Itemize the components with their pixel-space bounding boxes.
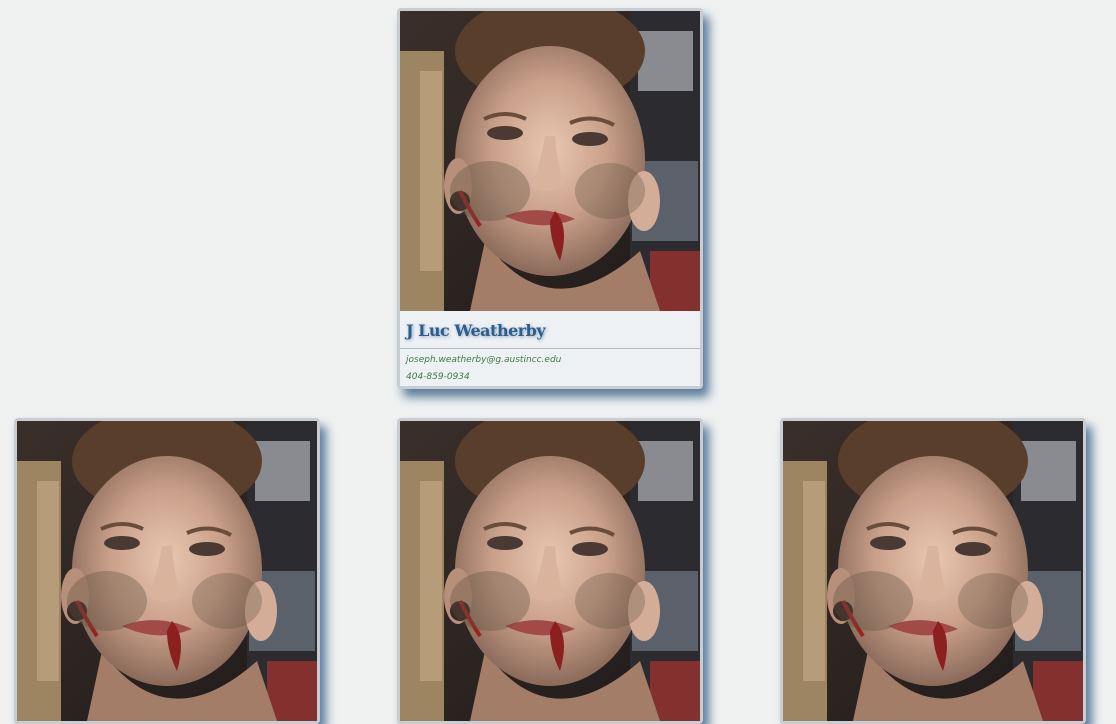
profile-card[interactable]: J Luc Weatherby joseph.weatherby@g.austi…: [397, 8, 703, 389]
profile-photo: [17, 421, 317, 721]
profile-photo: [783, 421, 1083, 721]
profile-card[interactable]: [14, 418, 320, 724]
profile-photo: [400, 421, 700, 721]
profile-phone[interactable]: 404-859-0934: [406, 366, 694, 383]
profile-card[interactable]: [397, 418, 703, 724]
profile-info: J Luc Weatherby joseph.weatherby@g.austi…: [400, 311, 700, 386]
profile-email[interactable]: joseph.weatherby@g.austincc.edu: [406, 349, 694, 366]
profile-photo: [400, 11, 700, 311]
profile-name: J Luc Weatherby: [406, 321, 546, 340]
profile-card[interactable]: [780, 418, 1086, 724]
